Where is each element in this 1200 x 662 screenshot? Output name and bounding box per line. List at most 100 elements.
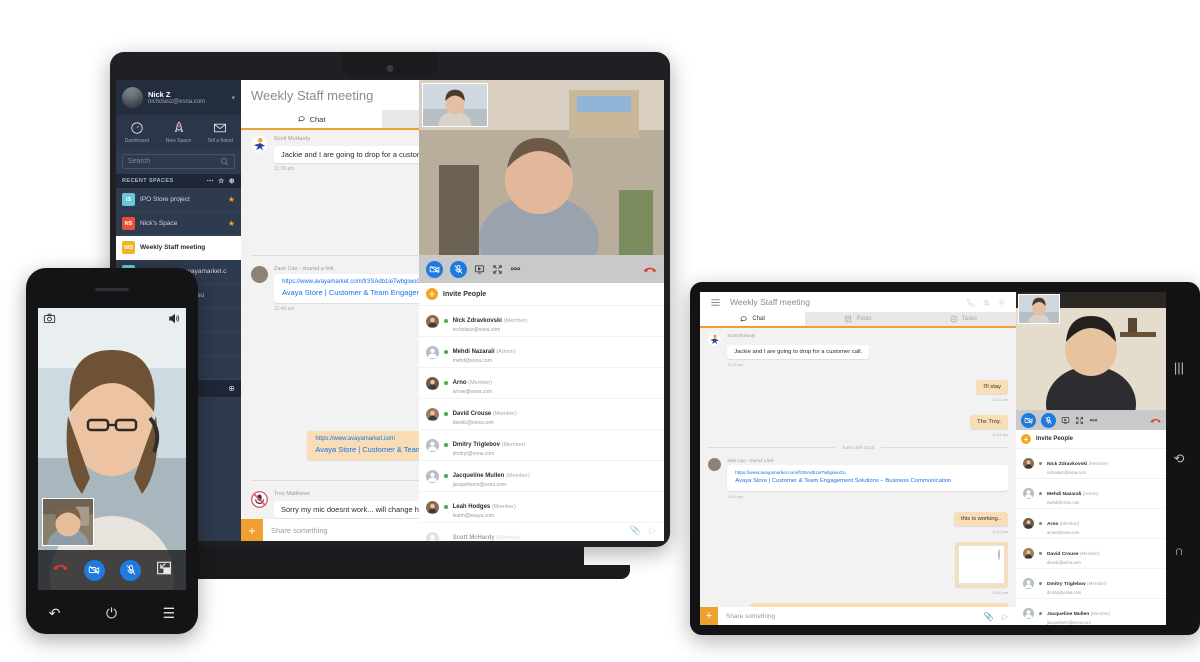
speaker-icon[interactable] — [167, 312, 181, 330]
mic-button[interactable] — [1041, 412, 1056, 428]
hamburger-icon[interactable] — [710, 297, 721, 308]
phone-icon[interactable] — [967, 298, 976, 307]
sidebar-item-space[interactable]: WS Weekly Staff meeting — [116, 236, 241, 260]
link-title[interactable]: Avaya Store | Customer & Team Engagement… — [735, 478, 1000, 486]
back-button[interactable]: ∩ — [1174, 544, 1183, 557]
participant-role: (Member) — [468, 380, 493, 386]
menu-button[interactable]: ☰ — [163, 605, 176, 622]
sidebar-action-tell-a-friend[interactable]: Tell a friend — [199, 121, 241, 144]
link-url[interactable]: https://www.avayamarket.com/fr3SAdb1ieTw… — [735, 470, 1000, 475]
ellipsis-icon — [1089, 418, 1098, 422]
message-text: Jackie and I are going to drop for a cus… — [727, 345, 870, 359]
participant-row[interactable]: Jacqueline Mullen (Member) jacquelinem@es… — [1016, 599, 1166, 625]
participant-row[interactable]: David Crouse (Member) davidc@esna.com — [419, 399, 664, 430]
participant-row[interactable]: Jacqueline Mullen (Member) jacquelinem@es… — [419, 461, 664, 492]
tab-chat[interactable]: Chat — [241, 110, 382, 128]
sidebar-item-space[interactable]: NS Nick's Space ★ — [116, 212, 241, 236]
tab-chat[interactable]: Chat — [700, 312, 806, 326]
more-button[interactable] — [1089, 418, 1098, 423]
chat-message-link: Zack Cao - shared a link https://www.avay… — [708, 458, 1008, 499]
participant-row[interactable]: Leah Hodges (Member) leahh@avaya.com — [419, 492, 664, 523]
add-attachment-button[interactable]: + — [700, 607, 718, 625]
self-video-pip[interactable] — [1018, 294, 1060, 324]
bell-icon[interactable] — [982, 298, 991, 307]
camera-off-button[interactable] — [426, 260, 443, 278]
chat-message-attachment: 11:50 am — [708, 541, 1008, 595]
space-label: Weekly Staff meeting — [140, 244, 206, 251]
send-icon[interactable]: ▷ — [1002, 612, 1016, 621]
phone-hangup-icon — [1150, 418, 1161, 423]
sidebar-action-label: New Space — [165, 138, 192, 144]
hangup-button[interactable] — [643, 264, 657, 275]
invite-people-label: Invite People — [443, 290, 487, 298]
attachment-bubble[interactable] — [954, 541, 1008, 588]
tab-tasks[interactable]: Tasks — [911, 312, 1016, 326]
search-input[interactable]: Search — [122, 154, 235, 169]
power-button[interactable]: ⏻ — [106, 605, 117, 622]
recent-apps-button[interactable]: ||| — [1174, 361, 1184, 374]
self-video-pip[interactable] — [42, 498, 94, 546]
paperclip-icon[interactable]: 📎 — [984, 612, 1002, 621]
hangup-button[interactable] — [52, 559, 69, 581]
mic-off-button[interactable] — [120, 559, 142, 581]
message-author: Zack Cao - shared a link — [727, 458, 774, 463]
invite-people-button[interactable]: + Invite People — [1016, 430, 1166, 449]
ellipsis-icon[interactable]: ⋯ — [207, 177, 214, 185]
screen-share-button[interactable] — [474, 264, 485, 275]
date-divider-label: June 19th 2018 — [841, 445, 875, 450]
hangup-button[interactable] — [1150, 416, 1161, 425]
online-status-dot — [444, 381, 448, 385]
gear-icon[interactable] — [997, 298, 1006, 307]
participant-row[interactable]: Arno (Member) arnoe@esna.com — [1016, 509, 1166, 539]
sidebar-action-dashboard[interactable]: Dashboard — [116, 121, 158, 144]
fullscreen-button[interactable] — [492, 264, 503, 275]
participant-row[interactable]: Arno (Member) arnoe@esna.com — [419, 368, 664, 399]
add-attachment-button[interactable]: + — [241, 519, 263, 541]
participant-row[interactable]: Mehdi Nazarali (Admin) mehd@esna.com — [1016, 479, 1166, 509]
self-video-pip[interactable] — [422, 83, 488, 127]
person-placeholder-icon — [1023, 608, 1034, 619]
tab-posts[interactable]: Posts — [805, 312, 910, 326]
tablet-call-controls — [1016, 410, 1166, 430]
participant-row[interactable]: David Crouse (Member) davidc@esna.com — [1016, 539, 1166, 569]
video-off-icon — [89, 565, 100, 575]
sidebar-user-header[interactable]: Nick Z nicholasz@esna.com ▾ — [116, 80, 241, 115]
message-input[interactable]: Share something — [718, 613, 984, 620]
video-off-icon — [1024, 416, 1033, 424]
participant-email: mehd@esna.com — [1047, 500, 1080, 505]
home-button[interactable]: ⟲ — [1174, 452, 1185, 465]
invite-people-button[interactable]: + Invite People — [419, 283, 664, 306]
participant-email: davidc@esna.com — [452, 420, 494, 426]
participant-row[interactable]: Nick Zdravkovski (Member) nicholasz@esna.… — [419, 306, 664, 337]
participant-email: mehd@esna.com — [452, 358, 492, 364]
participant-row[interactable]: Dmitry Triglebov (Member) dmitryt@esna.co… — [419, 430, 664, 461]
pip-button[interactable] — [156, 561, 172, 580]
plus-circle-icon[interactable]: ⊕ — [228, 384, 235, 393]
link-preview[interactable]: https://www.avayamarket.com/fr3SAdb1ieTw… — [727, 465, 1008, 491]
participant-row[interactable]: Nick Zdravkovski (Member) nicholasz@esna.… — [1016, 449, 1166, 479]
camera-off-button[interactable] — [1021, 412, 1036, 428]
star-icon[interactable]: ★ — [228, 195, 235, 204]
link-preview[interactable]: https://www.avayamarket.comAvaya Store |… — [750, 603, 1008, 607]
fullscreen-button[interactable] — [1075, 416, 1084, 425]
participant-row[interactable]: Dmitry Triglebov (Member) dmitryt@esna.co… — [1016, 569, 1166, 599]
sidebar-item-space[interactable]: IS IPO Store project ★ — [116, 188, 241, 212]
tablet-message-composer: + Share something 📎 ▷ — [700, 607, 1016, 625]
camera-flip-icon[interactable] — [43, 312, 56, 330]
back-button[interactable]: ↶ — [49, 605, 61, 622]
star-icon[interactable]: ★ — [228, 219, 235, 228]
participant-email: arnoe@esna.com — [1047, 530, 1080, 535]
participant-row[interactable]: Mehdi Nazarali (Admin) mehd@esna.com — [419, 337, 664, 368]
participant-name: Scott McHardy (Member) — [452, 535, 521, 541]
sidebar-action-new-space[interactable]: New Space — [158, 121, 200, 144]
participant-name: David Crouse (Member) — [452, 411, 517, 417]
participant-row[interactable]: Scott McHardy (Member)scottm@esna.com — [419, 523, 664, 541]
online-status-dot — [1039, 522, 1042, 525]
screen-share-button[interactable] — [1061, 416, 1070, 425]
plus-circle-icon[interactable]: ⊕ — [229, 177, 235, 185]
camera-off-button[interactable] — [83, 559, 105, 581]
star-icon[interactable]: ☆ — [218, 177, 225, 185]
more-button[interactable] — [510, 266, 521, 272]
mic-button[interactable] — [450, 260, 467, 278]
chevron-down-icon[interactable]: ▾ — [231, 94, 235, 102]
